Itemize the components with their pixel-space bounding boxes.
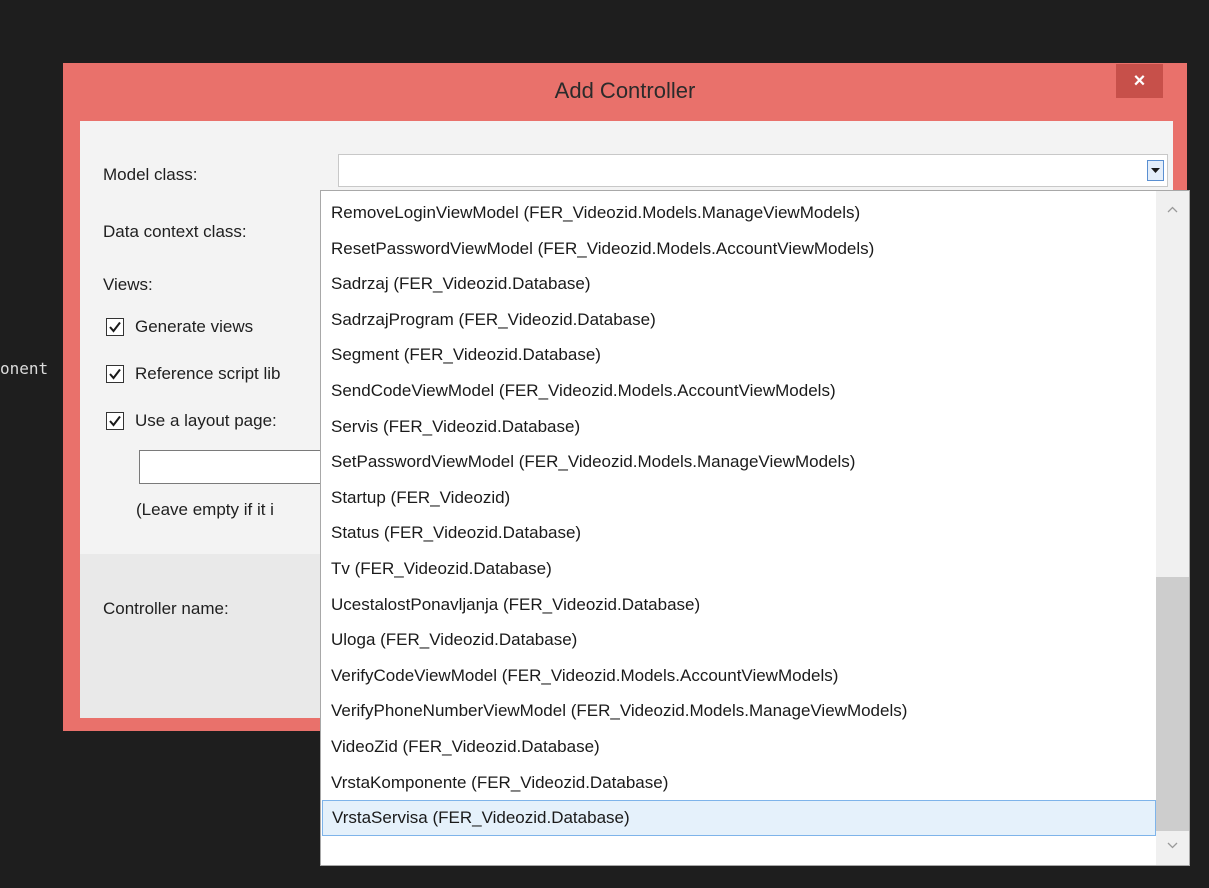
use-layout-checkbox[interactable]	[106, 412, 124, 430]
checkmark-icon	[109, 368, 121, 380]
list-item[interactable]: SadrzajProgram (FER_Videozid.Database)	[321, 302, 1157, 338]
model-class-label: Model class:	[103, 165, 198, 184]
reference-scripts-checkbox[interactable]	[106, 365, 124, 383]
list-item[interactable]: SendCodeViewModel (FER_Videozid.Models.A…	[321, 373, 1157, 409]
title-bar[interactable]: Add Controller ×	[63, 63, 1187, 121]
list-item[interactable]: SetPasswordViewModel (FER_Videozid.Model…	[321, 444, 1157, 480]
generate-views-checkbox[interactable]	[106, 318, 124, 336]
dialog-title: Add Controller	[554, 78, 696, 103]
views-label: Views:	[103, 275, 153, 294]
data-context-label: Data context class:	[103, 222, 247, 241]
dropdown-scrollbar[interactable]	[1156, 191, 1189, 865]
list-item[interactable]: Servis (FER_Videozid.Database)	[321, 409, 1157, 445]
list-item[interactable]: VideoZid (FER_Videozid.Database)	[321, 729, 1157, 765]
list-item[interactable]: Sadrzaj (FER_Videozid.Database)	[321, 266, 1157, 302]
dropdown-items: RemoveLoginViewModel (FER_Videozid.Model…	[321, 195, 1157, 836]
list-item[interactable]: Tv (FER_Videozid.Database)	[321, 551, 1157, 587]
list-item[interactable]: VerifyCodeViewModel (FER_Videozid.Models…	[321, 658, 1157, 694]
scrollbar-thumb[interactable]	[1156, 577, 1189, 831]
close-button[interactable]: ×	[1116, 64, 1163, 98]
layout-page-input[interactable]	[139, 450, 339, 484]
list-item[interactable]: VerifyPhoneNumberViewModel (FER_Videozid…	[321, 693, 1157, 729]
scroll-up-arrow-icon[interactable]	[1166, 203, 1178, 215]
checkmark-icon	[109, 321, 121, 333]
use-layout-label: Use a layout page:	[135, 411, 277, 430]
list-item[interactable]: RemoveLoginViewModel (FER_Videozid.Model…	[321, 195, 1157, 231]
list-item[interactable]: Uloga (FER_Videozid.Database)	[321, 622, 1157, 658]
list-item[interactable]: ResetPasswordViewModel (FER_Videozid.Mod…	[321, 231, 1157, 267]
chevron-down-icon	[1151, 168, 1160, 173]
list-item[interactable]: VrstaKomponente (FER_Videozid.Database)	[321, 765, 1157, 801]
list-item[interactable]: UcestalostPonavljanja (FER_Videozid.Data…	[321, 587, 1157, 623]
reference-scripts-label: Reference script lib	[135, 364, 281, 383]
generate-views-label: Generate views	[135, 317, 254, 336]
list-item[interactable]: Status (FER_Videozid.Database)	[321, 515, 1157, 551]
background-editor-text: onent	[0, 359, 49, 378]
model-class-dropdown-list[interactable]: RemoveLoginViewModel (FER_Videozid.Model…	[320, 190, 1190, 866]
list-item[interactable]: Startup (FER_Videozid)	[321, 480, 1157, 516]
list-item-selected[interactable]: VrstaServisa (FER_Videozid.Database)	[322, 800, 1156, 836]
list-item[interactable]: Segment (FER_Videozid.Database)	[321, 337, 1157, 373]
layout-hint: (Leave empty if it i	[136, 500, 274, 519]
combobox-dropdown-button[interactable]	[1147, 160, 1164, 181]
checkmark-icon	[109, 415, 121, 427]
model-class-combobox[interactable]	[338, 154, 1168, 187]
controller-name-label: Controller name:	[103, 599, 229, 618]
scroll-down-arrow-icon[interactable]	[1166, 839, 1178, 851]
